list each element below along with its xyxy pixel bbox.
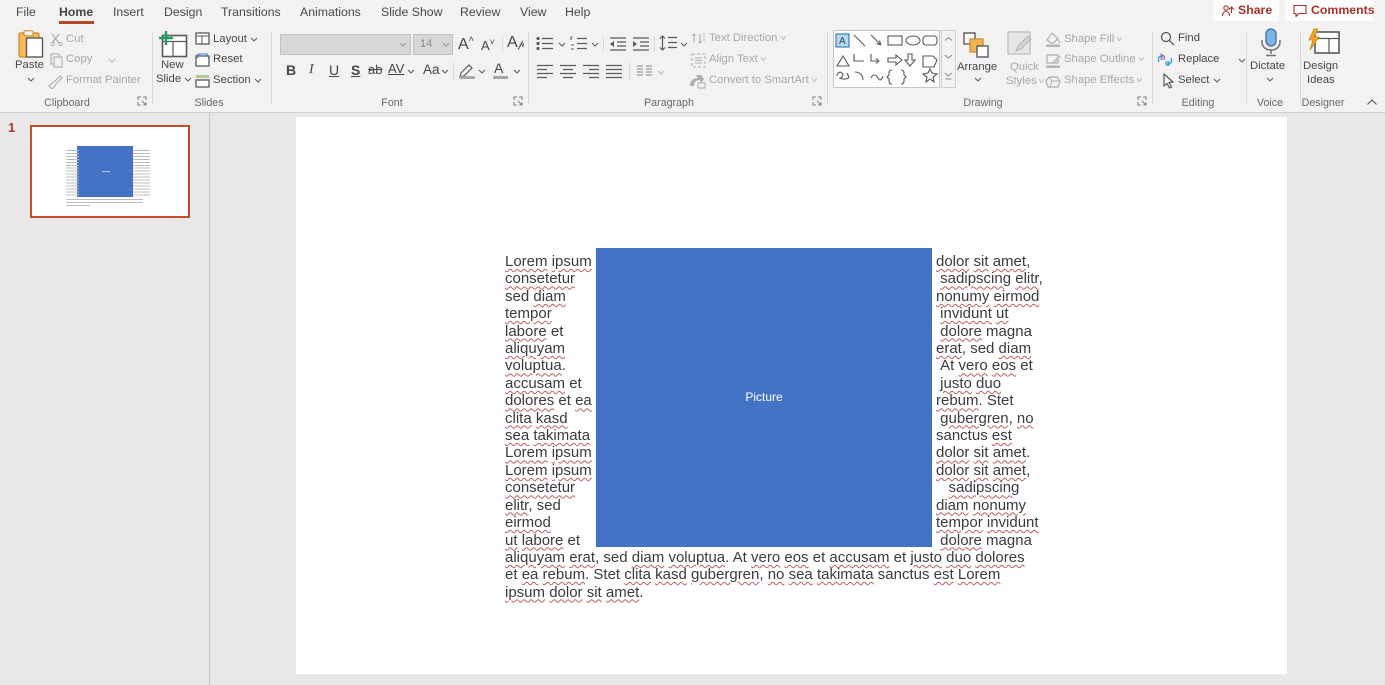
svg-text:A: A <box>839 36 846 47</box>
